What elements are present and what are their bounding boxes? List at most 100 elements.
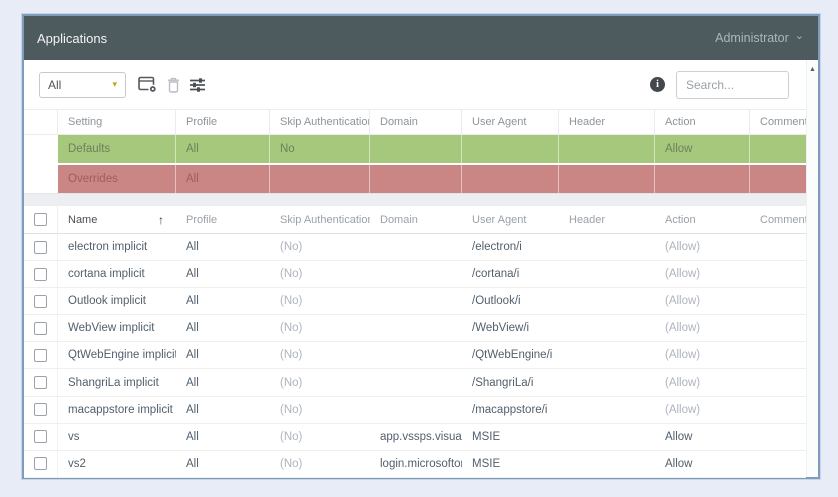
- cell-domain: [370, 165, 462, 193]
- cell-skip_auth: (No): [270, 369, 370, 395]
- cell-profile: All: [176, 451, 270, 477]
- column-header-action[interactable]: Action: [655, 110, 750, 134]
- cell-header: [559, 424, 655, 450]
- cell-skip_auth: (No): [270, 424, 370, 450]
- cell-action: (Allow): [655, 234, 750, 260]
- column-header-domain[interactable]: Domain: [370, 110, 462, 134]
- search-input[interactable]: [676, 71, 789, 99]
- table-separator: [24, 193, 806, 206]
- cell-user_agent: [462, 135, 559, 163]
- column-header-header[interactable]: Header: [559, 206, 655, 233]
- select-all-checkbox[interactable]: [34, 213, 47, 226]
- column-header-user_agent[interactable]: User Agent: [462, 110, 559, 134]
- column-header-comment[interactable]: Comment: [750, 110, 806, 134]
- defaults-row[interactable]: DefaultsAllNoAllow: [24, 135, 806, 163]
- checkbox-cell: [24, 451, 58, 477]
- column-header-user_agent[interactable]: User Agent: [462, 206, 559, 233]
- select-all-cell: [24, 110, 58, 134]
- table-row[interactable]: cortana implicitAll(No)/cortana/i(Allow): [24, 261, 806, 288]
- page-title: Applications: [37, 31, 107, 46]
- column-header-domain[interactable]: Domain: [370, 206, 462, 233]
- checkbox-cell: [24, 288, 58, 314]
- panel-body: All ▾: [24, 60, 818, 477]
- table-row[interactable]: Outlook implicitAll(No)/Outlook/i(Allow): [24, 288, 806, 315]
- add-application-button[interactable]: [138, 76, 158, 94]
- cell-header: [559, 342, 655, 368]
- trash-icon: [167, 77, 180, 93]
- column-header-skip_auth[interactable]: Skip Authentication: [270, 206, 370, 233]
- row-checkbox[interactable]: [34, 430, 47, 443]
- column-header-action[interactable]: Action: [655, 206, 750, 233]
- column-header-name[interactable]: Name↑: [58, 206, 176, 233]
- column-header-profile[interactable]: Profile: [176, 110, 270, 134]
- cell-skip_auth: (No): [270, 288, 370, 314]
- column-header-header[interactable]: Header: [559, 110, 655, 134]
- row-checkbox[interactable]: [34, 268, 47, 281]
- profile-filter-select[interactable]: All ▾: [39, 72, 126, 98]
- row-checkbox[interactable]: [34, 457, 47, 470]
- cell-skip_auth: (No): [270, 315, 370, 341]
- cell-profile: All: [176, 424, 270, 450]
- row-checkbox[interactable]: [34, 322, 47, 335]
- cell-user_agent: /electron/i: [462, 234, 559, 260]
- cell-profile: All: [176, 234, 270, 260]
- filter-settings-button[interactable]: [189, 77, 206, 93]
- checkbox-cell: [24, 135, 58, 163]
- toolbar: All ▾: [24, 60, 806, 109]
- column-header-skip_auth[interactable]: Skip Authentication: [270, 110, 370, 134]
- cell-header: [559, 135, 655, 163]
- cell-domain: [370, 342, 462, 368]
- table-row[interactable]: ShangriLa implicitAll(No)/ShangriLa/i(Al…: [24, 369, 806, 396]
- cell-name: ShangriLa implicit: [58, 369, 176, 395]
- title-bar: Applications Administrator ⌄: [24, 16, 818, 60]
- cell-header: [559, 288, 655, 314]
- column-header-setting[interactable]: Setting: [58, 110, 176, 134]
- cell-name: vs2: [58, 451, 176, 477]
- cell-header: [559, 261, 655, 287]
- row-checkbox[interactable]: [34, 295, 47, 308]
- cell-name: Outlook implicit: [58, 288, 176, 314]
- row-checkbox[interactable]: [34, 241, 47, 254]
- table-row[interactable]: WebView implicitAll(No)/WebView/i(Allow): [24, 315, 806, 342]
- cell-name: macappstore implicit: [58, 397, 176, 423]
- cell-comment: [750, 315, 806, 341]
- cell-user_agent: /macappstore/i: [462, 397, 559, 423]
- cell-action: Allow: [655, 424, 750, 450]
- table-row[interactable]: QtWebEngine implicitAll(No)/QtWebEngine/…: [24, 342, 806, 369]
- cell-action: (Allow): [655, 315, 750, 341]
- cell-action: (Allow): [655, 288, 750, 314]
- cell-name: QtWebEngine implicit: [58, 342, 176, 368]
- table-row[interactable]: vs2All(No)login.microsoftonl...MSIEAllow: [24, 451, 806, 478]
- cell-skip_auth: (No): [270, 397, 370, 423]
- cell-profile: All: [176, 315, 270, 341]
- cell-domain: [370, 397, 462, 423]
- column-header-profile[interactable]: Profile: [176, 206, 270, 233]
- user-menu[interactable]: Administrator ⌄: [715, 31, 804, 45]
- user-menu-label: Administrator: [715, 31, 789, 45]
- scroll-up-icon[interactable]: ▲: [809, 66, 816, 477]
- overrides-row[interactable]: OverridesAll: [24, 165, 806, 193]
- row-checkbox[interactable]: [34, 349, 47, 362]
- vertical-scrollbar[interactable]: ▲: [806, 60, 818, 477]
- delete-button[interactable]: [167, 77, 180, 93]
- table-row[interactable]: vsAll(No)app.vssps.visualst...MSIEAllow: [24, 424, 806, 451]
- column-label: Header: [569, 116, 605, 128]
- cell-header: [559, 234, 655, 260]
- cell-user_agent: /QtWebEngine/i: [462, 342, 559, 368]
- row-checkbox[interactable]: [34, 403, 47, 416]
- sliders-icon: [189, 77, 206, 93]
- checkbox-cell: [24, 315, 58, 341]
- table-row[interactable]: electron implicitAll(No)/electron/i(Allo…: [24, 234, 806, 261]
- sort-ascending-icon: ↑: [158, 213, 164, 227]
- cell-profile: All: [176, 261, 270, 287]
- column-label: Profile: [186, 116, 217, 128]
- cell-name: WebView implicit: [58, 315, 176, 341]
- column-header-comment[interactable]: Comment: [750, 206, 806, 233]
- cell-setting: Defaults: [58, 135, 176, 163]
- cell-domain: [370, 261, 462, 287]
- table-row[interactable]: macappstore implicitAll(No)/macappstore/…: [24, 397, 806, 424]
- cell-action: (Allow): [655, 342, 750, 368]
- row-checkbox[interactable]: [34, 376, 47, 389]
- info-icon[interactable]: i: [650, 77, 665, 92]
- defaults-overrides-table: Setting Profile Skip AuthenticationDomainU…: [24, 109, 806, 193]
